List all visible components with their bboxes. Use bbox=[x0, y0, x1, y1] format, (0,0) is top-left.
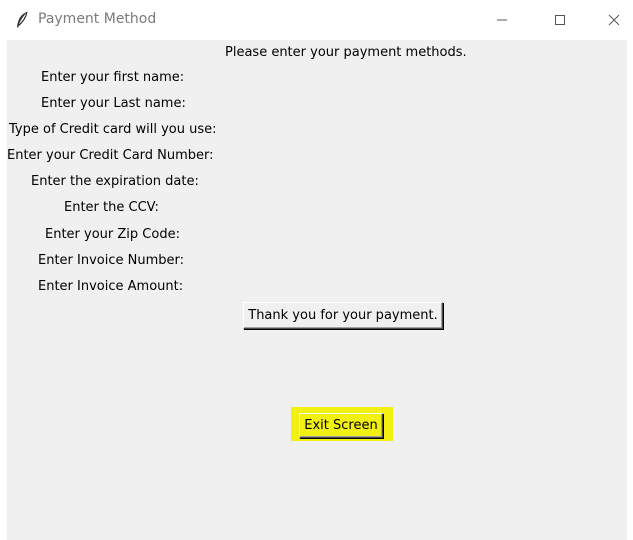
form-heading: Please enter your payment methods. bbox=[225, 45, 467, 60]
card-type-label: Type of Credit card will you use: bbox=[9, 122, 217, 137]
maximize-icon bbox=[554, 14, 566, 26]
window-title: Payment Method bbox=[38, 11, 157, 27]
close-icon bbox=[608, 14, 620, 26]
title-bar: Payment Method bbox=[0, 0, 633, 40]
ccv-label: Enter the CCV: bbox=[64, 200, 159, 215]
card-number-label: Enter your Credit Card Number: bbox=[7, 148, 214, 163]
last-name-label: Enter your Last name: bbox=[41, 96, 186, 111]
feather-icon bbox=[15, 11, 29, 29]
thank-you-button[interactable]: Thank you for your payment. bbox=[243, 302, 443, 329]
invoice-number-label: Enter Invoice Number: bbox=[38, 253, 185, 268]
expiration-date-label: Enter the expiration date: bbox=[31, 174, 199, 189]
zip-code-label: Enter your Zip Code: bbox=[45, 227, 180, 242]
minimize-button[interactable] bbox=[479, 4, 525, 36]
minimize-icon bbox=[496, 14, 508, 26]
invoice-amount-label: Enter Invoice Amount: bbox=[38, 279, 184, 294]
close-button[interactable] bbox=[591, 4, 633, 36]
first-name-label: Enter your first name: bbox=[41, 70, 185, 85]
exit-screen-button[interactable]: Exit Screen bbox=[299, 413, 383, 438]
maximize-button[interactable] bbox=[537, 4, 583, 36]
